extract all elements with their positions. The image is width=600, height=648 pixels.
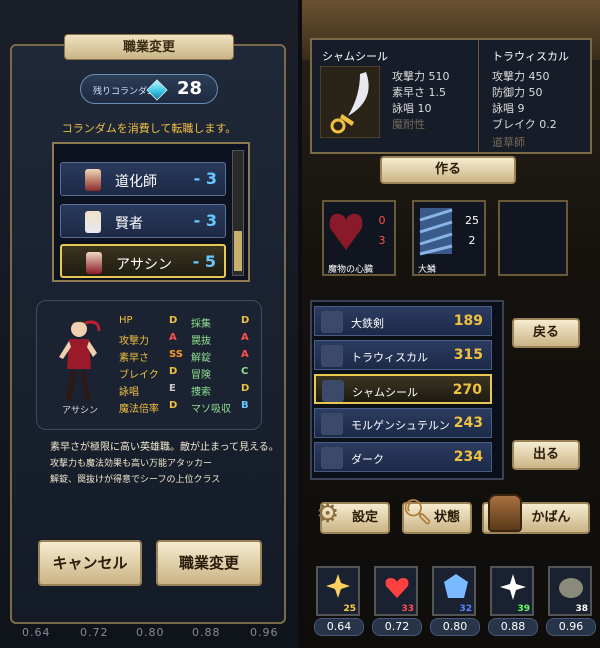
job-name: アサシン — [116, 257, 172, 273]
item-slot-heart[interactable]: 33 — [374, 566, 418, 616]
job-description: 素早さが極限に高い英雄職。敵が止まって見える。 攻撃力も魔法効果も高い万能アタッ… — [50, 442, 279, 485]
skill-grade: C — [241, 366, 249, 377]
job-name: 道化師 — [115, 174, 157, 190]
skill-grade: B — [241, 400, 249, 411]
weapon-a-stat: 魔耐性 — [392, 118, 425, 131]
job-list[interactable]: 道化師 - 3 賢者 - 3 アサシン - 5 — [52, 142, 250, 282]
material-slot: 0 3 魔物の心臓 — [322, 200, 396, 276]
weapon-b-stat: 攻撃力 450 — [492, 70, 550, 83]
weapon-b-stat: 詠唱 9 — [492, 102, 525, 115]
weapon-row[interactable]: モルゲンシュテルン 243 — [314, 408, 492, 438]
footer-value: 0.72 — [80, 626, 109, 639]
weapon-row[interactable]: 大鉄剣 189 — [314, 306, 492, 336]
job-row-clown[interactable]: 道化師 - 3 — [60, 162, 226, 196]
material-slot-empty — [498, 200, 568, 276]
weapon-a-stat: 詠唱 10 — [392, 102, 432, 115]
item-slots: 25 0.64 33 0.72 32 0.80 39 0.88 38 0.96 — [314, 566, 596, 644]
axe-icon — [321, 345, 343, 367]
job-stats-panel: アサシン HP D 攻撃力 A 素早さ SS ブレイク D 詠唱 E 魔法倍率 D 採集 D… — [36, 300, 262, 430]
slot-value: 0.96 — [546, 618, 596, 636]
job-cost: - 5 — [192, 252, 216, 271]
skill-label: 捜索 — [191, 387, 211, 398]
job-row-assassin[interactable]: アサシン - 5 — [60, 244, 226, 278]
material-name: 大鱗 — [418, 265, 437, 275]
weapon-row[interactable]: トラウィスカル 315 — [314, 340, 492, 370]
scale-icon — [419, 208, 453, 256]
slot-value: 0.64 — [314, 618, 364, 636]
material-slot: 25 2 大鱗 — [412, 200, 486, 276]
job-cost: - 3 — [193, 169, 217, 188]
item-slot-crystal[interactable]: 32 — [432, 566, 476, 616]
skill-label: 採集 — [191, 319, 211, 330]
sword-icon — [321, 311, 343, 333]
craft-button[interactable]: 作る — [380, 156, 516, 184]
exit-button[interactable]: 出る — [512, 440, 580, 470]
weapon-compare-panel: シャムシール 攻撃力 510 素早さ 1.5 詠唱 10 魔耐性 トラウィスカル… — [310, 38, 592, 154]
bottom-menu: ⚙ 設定 🔍︎ 状態 かばん — [310, 494, 600, 542]
skill-label: 解錠 — [191, 353, 211, 364]
crystal-counter: 残りコランダム 28 — [80, 74, 218, 104]
footer-value: 0.64 — [22, 626, 51, 639]
dialog-title-banner: 職業変更 — [64, 34, 234, 60]
back-button[interactable]: 戻る — [512, 318, 580, 348]
job-name: 賢者 — [115, 216, 143, 232]
clown-portrait-icon — [85, 169, 101, 191]
item-slot-stone[interactable]: 38 — [548, 566, 592, 616]
job-list-scrollbar[interactable] — [232, 150, 244, 276]
corundum-gem-icon — [146, 79, 168, 101]
weapon-row[interactable]: ダーク 234 — [314, 442, 492, 472]
job-cost: - 3 — [193, 211, 217, 230]
slot-value: 0.88 — [488, 618, 538, 636]
monster-heart-icon — [329, 213, 363, 250]
weapon-a-stat: 素早さ 1.5 — [392, 86, 446, 99]
weapon-a-stat: 攻撃力 510 — [392, 70, 450, 83]
settings-button[interactable]: ⚙ 設定 — [316, 500, 390, 534]
weapon-b-stat: ブレイク 0.2 — [492, 118, 557, 131]
job-change-screen: 職業変更 残りコランダム 28 コランダムを消費して転職します。 道化師 - 3… — [0, 0, 298, 648]
skill-label: 罠抜 — [191, 336, 211, 347]
bag-button[interactable]: かばん — [482, 494, 590, 534]
sage-portrait-icon — [85, 211, 101, 233]
item-slot-fire[interactable]: 25 — [316, 566, 360, 616]
assassin-character-icon — [59, 320, 101, 401]
cancel-button[interactable]: キャンセル — [38, 540, 142, 586]
assassin-portrait-icon — [86, 252, 102, 274]
job-row-sage[interactable]: 賢者 - 3 — [60, 204, 226, 238]
crystal-count: 28 — [177, 78, 203, 99]
footer-value: 0.88 — [192, 626, 221, 639]
morning-star-icon — [321, 413, 343, 435]
weapon-list[interactable]: 大鉄剣 189 トラウィスカル 315 シャムシール 270 モルゲンシュテルン 243… — [310, 300, 504, 480]
skill-label: 冒険 — [191, 370, 211, 381]
weapon-row[interactable]: シャムシール 270 — [314, 374, 492, 404]
footer-value: 0.96 — [250, 626, 279, 639]
status-button[interactable]: 🔍︎ 状態 — [402, 498, 472, 534]
skill-grade: D — [241, 383, 250, 394]
hero-job-name: アサシン — [61, 406, 98, 416]
skill-grade: A — [241, 332, 249, 343]
material-list: 0 3 魔物の心臓 25 2 大鱗 — [322, 200, 582, 284]
material-name: 魔物の心臓 — [328, 265, 374, 275]
skill-grade: D — [241, 315, 250, 326]
weapon-a-name: シャムシール — [322, 50, 388, 63]
bag-icon — [488, 494, 522, 532]
slot-value: 0.80 — [430, 618, 480, 636]
skill-grade: A — [241, 349, 249, 360]
smithy-screen: シャムシール 攻撃力 510 素早さ 1.5 詠唱 10 魔耐性 トラウィスカル… — [302, 0, 600, 648]
weapon-b-stat: 防御力 50 — [492, 86, 543, 99]
footer-value: 0.80 — [136, 626, 165, 639]
slot-value: 0.72 — [372, 618, 422, 636]
item-slot-star[interactable]: 39 — [490, 566, 534, 616]
confirm-job-change-button[interactable]: 職業変更 — [156, 540, 262, 586]
dagger-icon — [321, 447, 343, 469]
job-change-notice: コランダムを消費して転職します。 — [61, 122, 237, 135]
scimitar-icon — [320, 66, 380, 138]
gear-icon: ⚙ — [316, 499, 340, 529]
weapon-b-stat: 道草師 — [492, 136, 525, 149]
magnifier-icon: 🔍︎ — [402, 498, 433, 526]
scimitar-icon — [322, 380, 344, 402]
skill-label: マソ吸収 — [191, 404, 231, 415]
weapon-b-name: トラウィスカル — [492, 50, 569, 63]
